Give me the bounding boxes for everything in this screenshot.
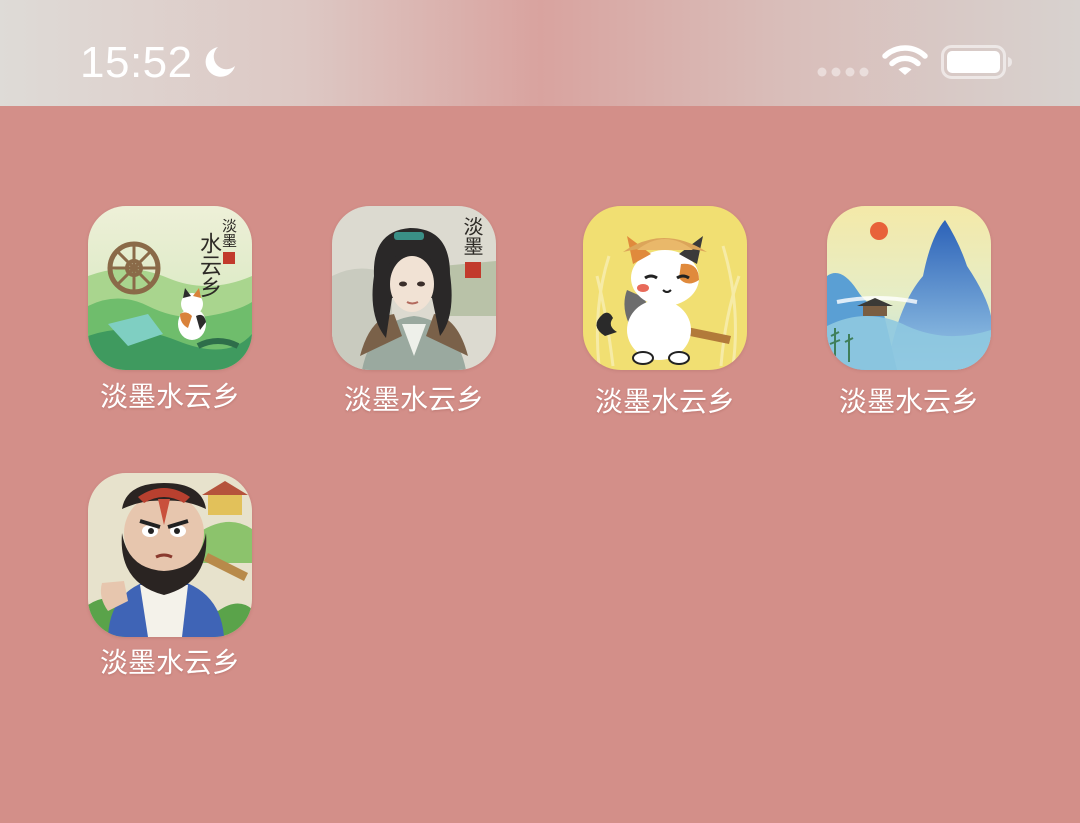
app-label: 淡墨水云乡	[99, 646, 240, 679]
app-tanmo-1[interactable]: 淡墨 水云乡 淡墨水云乡	[60, 206, 280, 413]
logo-text: 淡墨	[460, 216, 484, 256]
cat-with-axe-icon[interactable]	[583, 206, 747, 370]
hills	[88, 268, 252, 370]
blue-mountains-art	[827, 206, 991, 370]
red-seal	[223, 252, 235, 264]
battery-icon	[941, 45, 1012, 79]
status-time: 15:52	[80, 38, 193, 87]
swordsman-portrait-icon[interactable]: 淡墨	[332, 206, 496, 370]
logo-text-large: 水云乡	[196, 232, 221, 298]
moon-icon	[205, 47, 235, 77]
signal-dots-icon	[817, 67, 869, 77]
waterwheel-landscape-icon[interactable]: 淡墨 水云乡	[88, 206, 252, 370]
logo-text-small: 淡墨	[220, 218, 238, 248]
app-label: 淡墨水云乡	[343, 383, 484, 416]
app-label: 淡墨水云乡	[594, 385, 735, 418]
wifi-icon	[882, 45, 928, 75]
sun	[870, 222, 888, 240]
waterwheel	[107, 241, 161, 295]
app-tanmo-5[interactable]: 淡墨水云乡	[60, 473, 280, 679]
app-tanmo-3[interactable]: 淡墨水云乡	[555, 206, 775, 418]
bearded-warrior-art	[88, 473, 252, 637]
red-seal	[465, 262, 481, 278]
blue-mountains-icon[interactable]	[827, 206, 991, 370]
bearded-warrior-icon[interactable]	[88, 473, 252, 637]
app-label: 淡墨水云乡	[838, 385, 979, 418]
app-tanmo-2[interactable]: 淡墨 淡墨水云乡	[304, 206, 524, 416]
cat-with-axe-art	[583, 206, 747, 370]
status-bar: 15:52	[0, 0, 1080, 106]
app-label: 淡墨水云乡	[99, 380, 240, 413]
app-tanmo-4[interactable]: 淡墨水云乡	[799, 206, 1019, 418]
